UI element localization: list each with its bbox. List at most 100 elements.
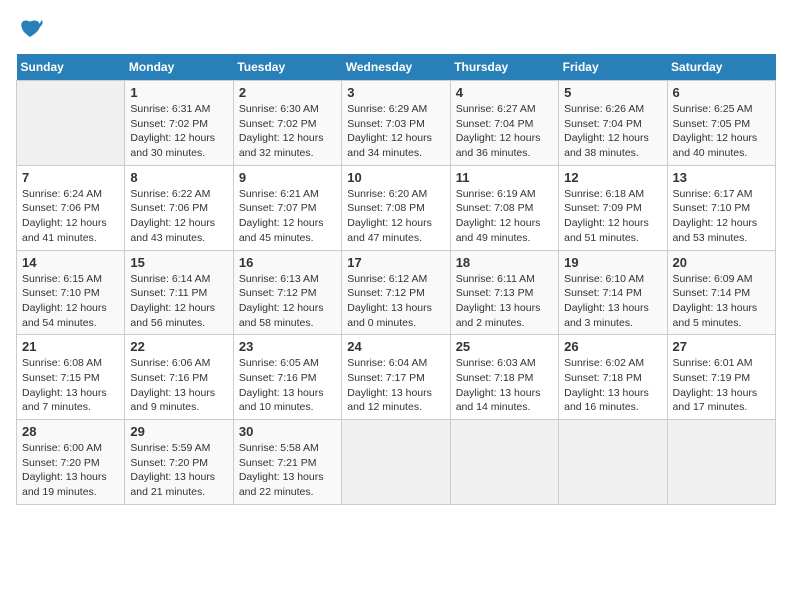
- calendar-cell: 14 Sunrise: 6:15 AMSunset: 7:10 PMDayligh…: [17, 250, 125, 335]
- day-number: 19: [564, 255, 661, 270]
- week-row-1: 1 Sunrise: 6:31 AMSunset: 7:02 PMDaylight…: [17, 81, 776, 166]
- day-info: Sunrise: 6:30 AMSunset: 7:02 PMDaylight:…: [239, 102, 336, 161]
- day-number: 16: [239, 255, 336, 270]
- day-info: Sunrise: 6:01 AMSunset: 7:19 PMDaylight:…: [673, 356, 770, 415]
- day-info: Sunrise: 5:59 AMSunset: 7:20 PMDaylight:…: [130, 441, 227, 500]
- calendar-cell: 11 Sunrise: 6:19 AMSunset: 7:08 PMDayligh…: [450, 165, 558, 250]
- calendar-cell: 12 Sunrise: 6:18 AMSunset: 7:09 PMDayligh…: [559, 165, 667, 250]
- calendar-cell: [17, 81, 125, 166]
- day-number: 14: [22, 255, 119, 270]
- calendar-cell: 7 Sunrise: 6:24 AMSunset: 7:06 PMDaylight…: [17, 165, 125, 250]
- weekday-header-row: SundayMondayTuesdayWednesdayThursdayFrid…: [17, 54, 776, 81]
- day-info: Sunrise: 6:19 AMSunset: 7:08 PMDaylight:…: [456, 187, 553, 246]
- weekday-header-monday: Monday: [125, 54, 233, 81]
- day-info: Sunrise: 6:24 AMSunset: 7:06 PMDaylight:…: [22, 187, 119, 246]
- day-number: 23: [239, 339, 336, 354]
- calendar-table: SundayMondayTuesdayWednesdayThursdayFrid…: [16, 54, 776, 505]
- calendar-cell: 18 Sunrise: 6:11 AMSunset: 7:13 PMDayligh…: [450, 250, 558, 335]
- day-number: 28: [22, 424, 119, 439]
- week-row-2: 7 Sunrise: 6:24 AMSunset: 7:06 PMDaylight…: [17, 165, 776, 250]
- day-number: 25: [456, 339, 553, 354]
- day-number: 20: [673, 255, 770, 270]
- day-number: 10: [347, 170, 444, 185]
- day-number: 27: [673, 339, 770, 354]
- calendar-cell: 20Sunrise: 6:09 AMSunset: 7:14 PMDayligh…: [667, 250, 775, 335]
- calendar-cell: 30Sunrise: 5:58 AMSunset: 7:21 PMDayligh…: [233, 420, 341, 505]
- day-number: 4: [456, 85, 553, 100]
- day-info: Sunrise: 6:05 AMSunset: 7:16 PMDaylight:…: [239, 356, 336, 415]
- day-info: Sunrise: 6:26 AMSunset: 7:04 PMDaylight:…: [564, 102, 661, 161]
- week-row-5: 28 Sunrise: 6:00 AMSunset: 7:20 PMDayligh…: [17, 420, 776, 505]
- weekday-header-thursday: Thursday: [450, 54, 558, 81]
- calendar-cell: 22Sunrise: 6:06 AMSunset: 7:16 PMDayligh…: [125, 335, 233, 420]
- calendar-cell: 10 Sunrise: 6:20 AMSunset: 7:08 PMDayligh…: [342, 165, 450, 250]
- calendar-cell: 24 Sunrise: 6:04 AMSunset: 7:17 PMDayligh…: [342, 335, 450, 420]
- calendar-cell: [450, 420, 558, 505]
- day-info: Sunrise: 6:10 AMSunset: 7:14 PMDaylight:…: [564, 272, 661, 331]
- day-number: 15: [130, 255, 227, 270]
- day-info: Sunrise: 6:14 AMSunset: 7:11 PMDaylight:…: [130, 272, 227, 331]
- calendar-cell: 4 Sunrise: 6:27 AMSunset: 7:04 PMDaylight…: [450, 81, 558, 166]
- day-info: Sunrise: 6:11 AMSunset: 7:13 PMDaylight:…: [456, 272, 553, 331]
- day-info: Sunrise: 6:27 AMSunset: 7:04 PMDaylight:…: [456, 102, 553, 161]
- day-number: 5: [564, 85, 661, 100]
- calendar-cell: 9Sunrise: 6:21 AMSunset: 7:07 PMDaylight…: [233, 165, 341, 250]
- calendar-cell: 25 Sunrise: 6:03 AMSunset: 7:18 PMDayligh…: [450, 335, 558, 420]
- day-info: Sunrise: 6:03 AMSunset: 7:18 PMDaylight:…: [456, 356, 553, 415]
- day-number: 3: [347, 85, 444, 100]
- day-info: Sunrise: 6:06 AMSunset: 7:16 PMDaylight:…: [130, 356, 227, 415]
- weekday-header-saturday: Saturday: [667, 54, 775, 81]
- day-info: Sunrise: 6:22 AMSunset: 7:06 PMDaylight:…: [130, 187, 227, 246]
- calendar-cell: 29 Sunrise: 5:59 AMSunset: 7:20 PMDayligh…: [125, 420, 233, 505]
- weekday-header-sunday: Sunday: [17, 54, 125, 81]
- calendar-cell: 19 Sunrise: 6:10 AMSunset: 7:14 PMDayligh…: [559, 250, 667, 335]
- week-row-3: 14 Sunrise: 6:15 AMSunset: 7:10 PMDayligh…: [17, 250, 776, 335]
- calendar-cell: [667, 420, 775, 505]
- day-number: 6: [673, 85, 770, 100]
- week-row-4: 21Sunrise: 6:08 AMSunset: 7:15 PMDayligh…: [17, 335, 776, 420]
- day-info: Sunrise: 6:13 AMSunset: 7:12 PMDaylight:…: [239, 272, 336, 331]
- day-number: 13: [673, 170, 770, 185]
- day-number: 2: [239, 85, 336, 100]
- day-number: 1: [130, 85, 227, 100]
- calendar-cell: 15 Sunrise: 6:14 AMSunset: 7:11 PMDayligh…: [125, 250, 233, 335]
- day-number: 24: [347, 339, 444, 354]
- calendar-cell: 27 Sunrise: 6:01 AMSunset: 7:19 PMDayligh…: [667, 335, 775, 420]
- calendar-cell: 8 Sunrise: 6:22 AMSunset: 7:06 PMDaylight…: [125, 165, 233, 250]
- day-number: 18: [456, 255, 553, 270]
- day-number: 21: [22, 339, 119, 354]
- calendar-cell: 6 Sunrise: 6:25 AMSunset: 7:05 PMDaylight…: [667, 81, 775, 166]
- day-number: 29: [130, 424, 227, 439]
- day-number: 7: [22, 170, 119, 185]
- day-number: 30: [239, 424, 336, 439]
- calendar-cell: 23 Sunrise: 6:05 AMSunset: 7:16 PMDayligh…: [233, 335, 341, 420]
- calendar-cell: 1 Sunrise: 6:31 AMSunset: 7:02 PMDaylight…: [125, 81, 233, 166]
- day-number: 12: [564, 170, 661, 185]
- day-info: Sunrise: 6:21 AMSunset: 7:07 PMDaylight:…: [239, 187, 336, 246]
- day-info: Sunrise: 6:20 AMSunset: 7:08 PMDaylight:…: [347, 187, 444, 246]
- weekday-header-wednesday: Wednesday: [342, 54, 450, 81]
- weekday-header-tuesday: Tuesday: [233, 54, 341, 81]
- calendar-cell: 17Sunrise: 6:12 AMSunset: 7:12 PMDayligh…: [342, 250, 450, 335]
- day-number: 8: [130, 170, 227, 185]
- day-info: Sunrise: 6:25 AMSunset: 7:05 PMDaylight:…: [673, 102, 770, 161]
- day-number: 26: [564, 339, 661, 354]
- calendar-cell: 28 Sunrise: 6:00 AMSunset: 7:20 PMDayligh…: [17, 420, 125, 505]
- calendar-cell: [559, 420, 667, 505]
- day-info: Sunrise: 6:04 AMSunset: 7:17 PMDaylight:…: [347, 356, 444, 415]
- calendar-cell: 5 Sunrise: 6:26 AMSunset: 7:04 PMDaylight…: [559, 81, 667, 166]
- day-info: Sunrise: 6:00 AMSunset: 7:20 PMDaylight:…: [22, 441, 119, 500]
- day-info: Sunrise: 6:31 AMSunset: 7:02 PMDaylight:…: [130, 102, 227, 161]
- page-header: [16, 16, 776, 44]
- calendar-cell: 3 Sunrise: 6:29 AMSunset: 7:03 PMDaylight…: [342, 81, 450, 166]
- calendar-cell: 13Sunrise: 6:17 AMSunset: 7:10 PMDayligh…: [667, 165, 775, 250]
- day-info: Sunrise: 6:12 AMSunset: 7:12 PMDaylight:…: [347, 272, 444, 331]
- day-info: Sunrise: 6:29 AMSunset: 7:03 PMDaylight:…: [347, 102, 444, 161]
- calendar-cell: 26Sunrise: 6:02 AMSunset: 7:18 PMDayligh…: [559, 335, 667, 420]
- day-info: Sunrise: 6:15 AMSunset: 7:10 PMDaylight:…: [22, 272, 119, 331]
- calendar-cell: 16 Sunrise: 6:13 AMSunset: 7:12 PMDayligh…: [233, 250, 341, 335]
- logo: [16, 16, 48, 44]
- day-info: Sunrise: 6:18 AMSunset: 7:09 PMDaylight:…: [564, 187, 661, 246]
- calendar-cell: 2 Sunrise: 6:30 AMSunset: 7:02 PMDaylight…: [233, 81, 341, 166]
- day-number: 11: [456, 170, 553, 185]
